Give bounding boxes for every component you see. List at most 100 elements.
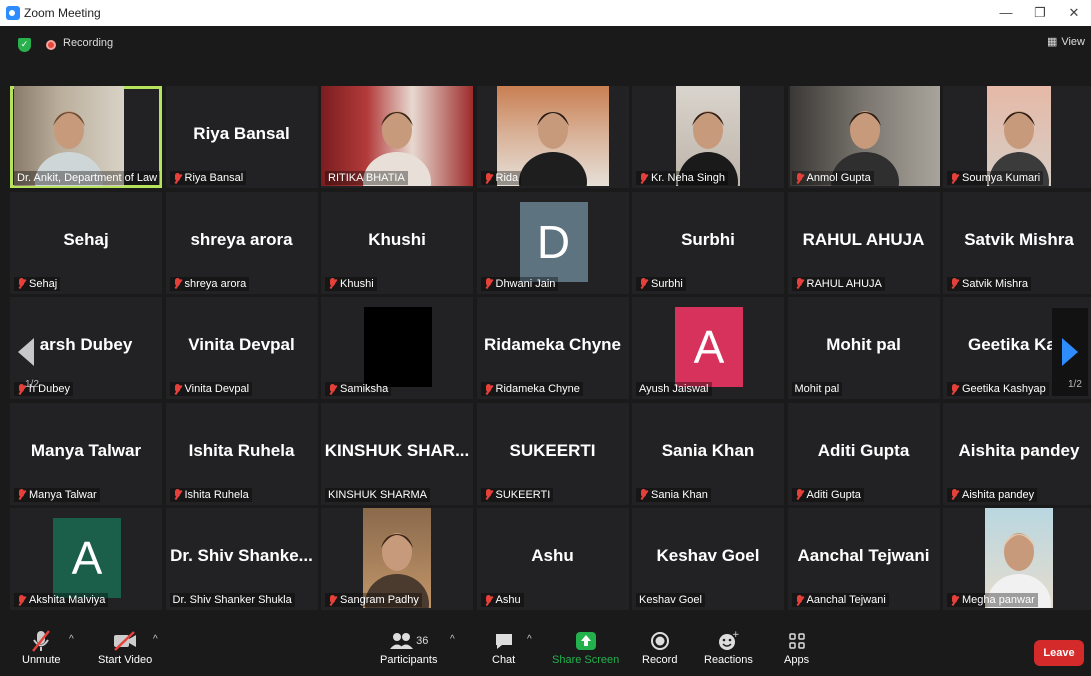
participant-name: Anmol Gupta (806, 172, 871, 184)
participant-display-name: Surbhi (681, 229, 735, 249)
participants-count: 36 (416, 635, 429, 647)
participant-display-name: Dr. Shiv Shanke... (170, 546, 313, 565)
participant-tile[interactable]: RAHUL AHUJA RAHUL AHUJA (787, 191, 940, 294)
participant-tile[interactable]: SUKEERTI SUKEERTI (476, 402, 629, 505)
participants-caret-icon[interactable]: ^ (450, 634, 455, 645)
mic-muted-icon (173, 172, 182, 184)
participant-tile[interactable]: KINSHUK SHAR... KINSHUK SHARMA (321, 402, 473, 505)
participant-name-label: SUKEERTI (480, 487, 554, 502)
participants-button[interactable]: 36 Participants (380, 628, 437, 666)
record-label: Record (642, 654, 678, 666)
participant-tile[interactable]: Vinita Devpal Vinita Devpal (165, 297, 318, 399)
participant-name: Geetika Kashyap (962, 383, 1046, 395)
participant-tile[interactable]: Sania Khan Sania Khan (632, 402, 784, 505)
audio-options-caret-icon[interactable]: ^ (69, 634, 74, 645)
participant-name: Dr. Ankit, Department of Law (17, 172, 158, 184)
leave-button[interactable]: Leave (1034, 640, 1084, 666)
security-shield-icon[interactable]: ✓ (18, 38, 31, 52)
participant-display-name: RAHUL AHUJA (802, 229, 925, 249)
participant-name-label: KINSHUK SHARMA (325, 487, 431, 502)
participant-name: Riya Bansal (184, 172, 244, 184)
participant-tile[interactable]: Anmol Gupta (787, 86, 940, 188)
participant-name-label: Kr. Neha Singh (636, 171, 728, 185)
participant-tile[interactable]: Samiksha (321, 297, 473, 399)
participant-tile[interactable]: Surbhi Surbhi (632, 191, 784, 294)
participant-display-name: Ridameka Chyne (484, 335, 621, 354)
participant-tile[interactable]: Kr. Neha Singh (632, 86, 784, 188)
participant-display-name: Aishita pandey (958, 440, 1080, 460)
participant-name-label: RITIKA BHATIA (325, 171, 408, 185)
start-video-button[interactable]: Start Video (98, 628, 152, 666)
participant-name-label: Akshita Malviya (14, 593, 109, 607)
recording-icon[interactable] (46, 40, 56, 50)
reactions-button[interactable]: + Reactions (704, 628, 753, 666)
record-icon (650, 628, 670, 654)
chat-button[interactable]: Chat (492, 628, 515, 666)
participant-tile[interactable]: Ridameka Chyne Ridameka Chyne (476, 297, 629, 399)
apps-button[interactable]: Apps (784, 628, 809, 666)
mic-muted-icon (328, 278, 337, 289)
start-video-label: Start Video (98, 654, 153, 666)
avatar (364, 307, 432, 387)
participant-display-name: Keshav Goel (656, 546, 760, 565)
participant-tile[interactable]: Megha panwar (943, 508, 1091, 610)
mic-muted-icon (17, 278, 26, 289)
participant-tile[interactable]: Dr. Shiv Shanke... Dr. Shiv Shanker Shukl… (165, 508, 318, 610)
participant-tile[interactable]: Rida (476, 86, 629, 188)
participant-tile[interactable]: A Akshita Malviya (10, 508, 162, 610)
record-button[interactable]: Record (642, 628, 677, 666)
participant-tile[interactable]: Manya Talwar Manya Talwar (10, 402, 162, 505)
recording-label[interactable]: Recording (63, 37, 113, 49)
share-screen-button[interactable]: Share Screen (552, 628, 619, 666)
chat-caret-icon[interactable]: ^ (527, 634, 532, 645)
participant-tile[interactable]: Soumya Kumari (943, 86, 1091, 188)
participant-name-label: Aanchal Tejwani (791, 593, 889, 607)
video-options-caret-icon[interactable]: ^ (153, 634, 158, 645)
participant-name-label: Ridameka Chyne (480, 382, 583, 396)
participant-display-name: KINSHUK SHAR... (324, 440, 470, 460)
participant-name: Surbhi (651, 277, 683, 290)
participant-name: Satvik Mishra (962, 277, 1029, 290)
participant-display-name: Khushi (368, 229, 426, 249)
participant-name: Kr. Neha Singh (651, 172, 725, 184)
participant-tile[interactable]: Satvik Mishra Satvik Mishra (943, 191, 1091, 294)
participant-tile[interactable]: RITIKA BHATIA (321, 86, 473, 188)
minimize-icon[interactable]: — (989, 0, 1023, 26)
participant-tile[interactable]: shreya arora shreya arora (165, 191, 318, 294)
participant-name: Sania Khan (651, 488, 708, 501)
chat-label: Chat (492, 654, 516, 666)
participant-tile[interactable]: Sehaj Sehaj (10, 191, 162, 294)
participant-tile[interactable]: Keshav Goel Keshav Goel (632, 508, 784, 610)
mic-muted-icon (795, 172, 804, 184)
participant-tile[interactable]: Aishita pandey Aishita pandey (943, 402, 1091, 505)
participant-tile[interactable]: A Ayush Jaiswal (632, 297, 784, 399)
restore-icon[interactable]: ❐ (1023, 0, 1057, 26)
participant-tile[interactable]: Sangram Padhy (321, 508, 473, 610)
participant-name: Ashu (495, 594, 521, 606)
participant-tile[interactable]: Mohit pal Mohit pal (787, 297, 940, 399)
participant-name-label: Sania Khan (636, 487, 711, 502)
participant-name-label: Aishita pandey (947, 487, 1038, 502)
participant-tile[interactable]: Riya Bansal Riya Bansal (165, 86, 318, 188)
participant-tile[interactable]: Ashu Ashu (476, 508, 629, 610)
participant-name: Sehaj (29, 277, 58, 290)
page-indicator-right: 1/2 (1068, 379, 1082, 390)
participant-tile[interactable]: Ishita Ruhela Ishita Ruhela (165, 402, 318, 505)
participant-tile[interactable]: Aanchal Tejwani Aanchal Tejwani (787, 508, 940, 610)
participant-name: Vinita Devpal (184, 383, 250, 395)
participant-tile[interactable]: Khushi Khushi (321, 191, 473, 294)
video-off-icon (112, 628, 138, 654)
mic-muted-icon (173, 383, 182, 395)
participant-display-name: Sehaj (63, 229, 109, 249)
zoom-app-icon (6, 6, 20, 20)
participant-tile[interactable]: Dr. Ankit, Department of Law (10, 86, 162, 188)
mic-muted-icon (484, 172, 493, 184)
unmute-button[interactable]: Unmute (22, 628, 61, 666)
participant-name-label: Mohit pal (791, 382, 843, 396)
close-icon[interactable]: ✕ (1057, 0, 1091, 26)
participant-name-label: Anmol Gupta (791, 171, 874, 185)
participant-name-label: Dr. Shiv Shanker Shukla (169, 593, 295, 607)
view-button[interactable]: ▦ View (1047, 35, 1085, 49)
participant-tile[interactable]: Aditi Gupta Aditi Gupta (787, 402, 940, 505)
participant-tile[interactable]: D Dhwani Jain (476, 191, 629, 294)
